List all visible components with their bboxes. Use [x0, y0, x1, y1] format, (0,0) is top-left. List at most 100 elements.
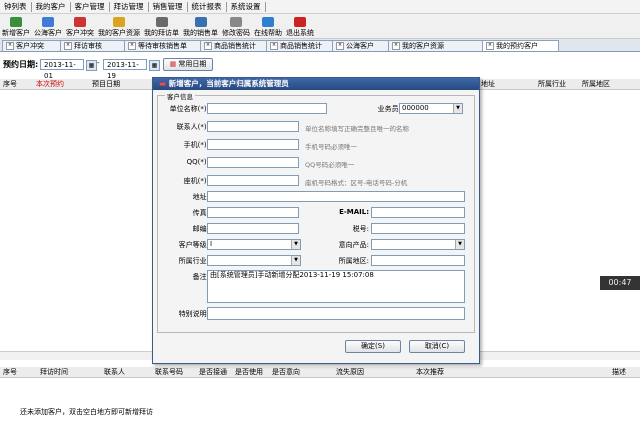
col-this-booking: 本次预约 — [36, 80, 64, 88]
tab-7[interactable]: × 我的预约客户 — [482, 40, 559, 51]
phone-input[interactable] — [207, 175, 299, 186]
top-grid-header: 序号 本次预约 预目日期 — [0, 79, 152, 90]
bottom-grid-header: 序号 拜访时间 联系人 联系号码 是否接通 是否使用 是否意向 流失原因 本次推… — [0, 367, 640, 378]
menu-item-5[interactable]: 统计报表 — [188, 1, 227, 12]
level-label: 客户等级: — [178, 241, 209, 249]
address-input[interactable] — [207, 191, 465, 202]
postcode-input[interactable] — [207, 223, 299, 234]
tab-label: 商品销售统计 — [214, 42, 256, 50]
toolbar-button-0[interactable]: 新增客户 — [0, 17, 32, 38]
qq-hint: QQ号码必须唯一 — [305, 161, 355, 169]
toolbar-button-6[interactable]: 修改密码 — [220, 17, 252, 38]
toolbar-button-1[interactable]: 公海客户 — [32, 17, 64, 38]
col-seq: 序号 — [3, 368, 17, 376]
product-select[interactable]: ▼ — [371, 239, 465, 250]
calendar-to-icon[interactable]: ▦ — [149, 60, 160, 71]
toolbar-button-8[interactable]: 退出系统 — [284, 17, 316, 38]
close-icon[interactable]: × — [336, 42, 344, 50]
common-date-label: 常用日期 — [178, 60, 207, 68]
menu-item-1[interactable]: 我的客户 — [32, 1, 71, 12]
level-select[interactable]: I ▼ — [207, 239, 301, 250]
remark-textarea[interactable]: 由[系统管理员]手动新增分配2013-11-19 15:07:08 — [207, 270, 465, 303]
chevron-down-icon[interactable]: ▼ — [291, 240, 300, 249]
toolbar-button-5[interactable]: 我的销售单 — [181, 17, 220, 38]
industry-label: 所属行业: — [178, 257, 209, 265]
industry-select[interactable]: ▼ — [207, 255, 301, 266]
qq-input[interactable] — [207, 157, 299, 168]
toolbar-label: 我的销售单 — [183, 29, 218, 37]
date-to-input[interactable]: 2013-11-19 — [103, 59, 147, 80]
tab-5[interactable]: × 公海客户 — [332, 40, 389, 51]
tab-0[interactable]: × 客户冲突 — [2, 40, 62, 51]
common-date-button[interactable]: ▦ 常用日期 — [163, 58, 213, 71]
company-input[interactable] — [207, 103, 327, 114]
toolbar-label: 退出系统 — [286, 29, 314, 37]
menu-item-4[interactable]: 销售管理 — [149, 1, 188, 12]
company-label: 单位名称(*): — [169, 105, 209, 113]
email-label: E-MAIL: — [339, 208, 369, 216]
col-region: 所属地区 — [582, 80, 610, 88]
calendar-from-icon[interactable]: ▦ — [86, 60, 97, 71]
contact-label: 联系人(*): — [176, 123, 209, 131]
contact-input[interactable] — [207, 121, 299, 132]
globe-icon — [42, 17, 54, 27]
close-icon[interactable]: × — [128, 42, 136, 50]
col-contact: 联系人 — [104, 368, 125, 376]
tab-1[interactable]: × 拜访审核 — [60, 40, 125, 51]
toolbar-button-7[interactable]: 在线帮助 — [252, 17, 284, 38]
cancel-button[interactable]: 取消(C) — [409, 340, 465, 353]
col-loss-reason: 流失原因 — [336, 368, 364, 376]
special-input[interactable] — [207, 307, 465, 320]
col-recommend: 本次推荐 — [416, 368, 444, 376]
col-booking-date: 预目日期 — [92, 80, 120, 88]
close-icon[interactable]: × — [270, 42, 278, 50]
phone-label: 座机(*): — [183, 177, 209, 185]
menu-bar: 钟列表 我的客户 客户管理 拜访管理 销售管理 统计报表 系统设置 — [0, 0, 640, 14]
tab-4[interactable]: × 商品销售统计 — [266, 40, 333, 51]
tab-6[interactable]: × 我的客户资源 — [388, 40, 485, 51]
add-customer-icon — [10, 17, 22, 27]
timer-display: 00:47 — [600, 276, 640, 290]
chevron-down-icon[interactable]: ▼ — [291, 256, 300, 265]
contact-hint: 单位名称填写正确完整且唯一的名称 — [305, 125, 409, 133]
close-icon[interactable]: × — [486, 42, 494, 50]
close-icon[interactable]: × — [6, 42, 14, 50]
col-contact-number: 联系号码 — [155, 368, 183, 376]
email-input[interactable] — [371, 207, 465, 218]
right-grid-header: 地址 所属行业 所属地区 — [478, 79, 640, 90]
close-icon[interactable]: × — [64, 42, 72, 50]
special-label: 特别说明: — [178, 310, 209, 318]
salesman-select[interactable]: 000000 ▼ — [399, 103, 463, 114]
date-from-input[interactable]: 2013-11-01 — [40, 59, 84, 80]
fax-input[interactable] — [207, 207, 299, 218]
dialog-title-icon: ▬ — [159, 79, 167, 88]
tab-label: 商品销售统计 — [280, 42, 322, 50]
col-address: 地址 — [481, 80, 495, 88]
region-input[interactable] — [371, 255, 465, 266]
tab-label: 客户冲突 — [16, 42, 44, 50]
menu-item-0[interactable]: 钟列表 — [0, 1, 32, 12]
tab-3[interactable]: × 商品销售统计 — [200, 40, 267, 51]
sales-icon — [194, 17, 207, 27]
salesman-value: 000000 — [402, 104, 429, 112]
ok-button[interactable]: 确定(S) — [345, 340, 401, 353]
toolbar-button-2[interactable]: 客户冲突 — [64, 17, 96, 38]
mobile-input[interactable] — [207, 139, 299, 150]
toolbar-label: 我的客户资源 — [98, 29, 140, 37]
mobile-label: 手机(*): — [183, 141, 209, 149]
toolbar-button-4[interactable]: 我的拜访单 — [142, 17, 181, 38]
menu-item-6[interactable]: 系统设置 — [227, 1, 266, 12]
tax-input[interactable] — [371, 223, 465, 234]
chevron-down-icon[interactable]: ▼ — [453, 104, 462, 113]
close-icon[interactable]: × — [204, 42, 212, 50]
toolbar-button-3[interactable]: 我的客户资源 — [96, 17, 142, 38]
menu-item-2[interactable]: 客户管理 — [71, 1, 110, 12]
chevron-down-icon[interactable]: ▼ — [455, 240, 464, 249]
tab-2[interactable]: × 等待审核销售单 — [124, 40, 201, 51]
date-range-dash: - — [97, 59, 100, 67]
key-icon — [230, 17, 242, 27]
col-description: 描述 — [612, 368, 626, 376]
close-icon[interactable]: × — [392, 42, 400, 50]
menu-item-3[interactable]: 拜访管理 — [110, 1, 149, 12]
tab-label: 我的客户资源 — [402, 42, 444, 50]
